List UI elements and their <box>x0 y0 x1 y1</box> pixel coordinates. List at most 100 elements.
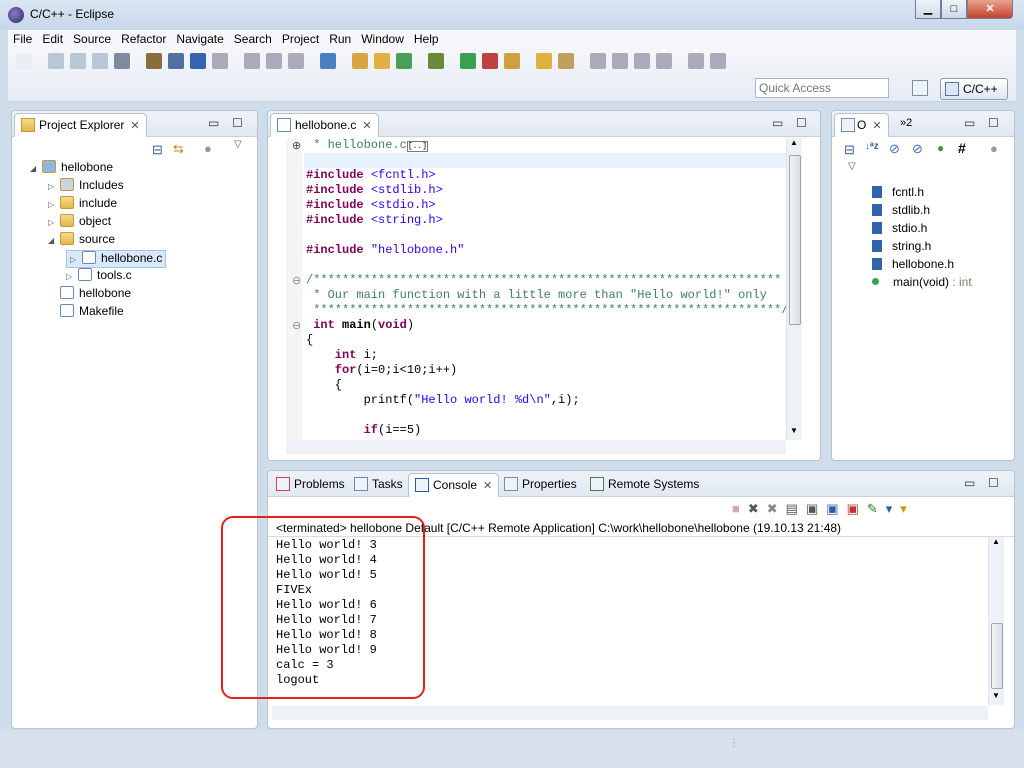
hide-static-icon[interactable]: ⊘ <box>912 141 923 157</box>
print-icon[interactable] <box>92 53 108 69</box>
hide-fields-icon[interactable]: ⊘ <box>889 141 900 157</box>
tree-item[interactable]: ▷ object <box>48 214 111 232</box>
collapsed-arrow-icon[interactable]: ▷ <box>48 182 60 191</box>
hide-non-public-icon[interactable]: ● <box>937 141 944 155</box>
minimize-view-icon[interactable]: ▭ <box>208 116 219 130</box>
clear-console-icon[interactable]: ▤ <box>786 501 806 516</box>
back-icon[interactable] <box>656 53 672 69</box>
tab-project-explorer[interactable]: Project Explorer ✕ <box>14 113 147 137</box>
menu-window[interactable]: Window <box>356 30 409 48</box>
show-on-stderr-icon[interactable]: ▣ <box>847 501 867 516</box>
external-tools-icon[interactable] <box>482 53 498 69</box>
save-icon[interactable] <box>48 53 64 69</box>
menu-navigate[interactable]: Navigate <box>171 30 228 48</box>
maximize-view-icon[interactable]: ☐ <box>796 116 807 130</box>
quick-access-input[interactable] <box>755 78 889 98</box>
menu-edit[interactable]: Edit <box>37 30 68 48</box>
build-all-icon[interactable] <box>114 53 130 69</box>
collapse-all-icon[interactable]: ⊟ <box>152 142 163 158</box>
editor-horizontal-scrollbar[interactable] <box>286 440 786 454</box>
close-tab-icon[interactable]: ✕ <box>130 120 139 132</box>
perspective-cpp-button[interactable]: C/C++ <box>940 78 1008 100</box>
menu-search[interactable]: Search <box>229 30 277 48</box>
outline-item[interactable]: fcntl.h <box>872 185 924 203</box>
filter-icon[interactable]: ● <box>990 141 998 156</box>
view-menu-icon[interactable]: ▽ <box>848 161 856 172</box>
last-edit-icon[interactable] <box>634 53 650 69</box>
new-class-icon[interactable] <box>374 53 390 69</box>
menu-refactor[interactable]: Refactor <box>116 30 171 48</box>
expand-fold-icon[interactable]: ⊕ <box>292 139 301 152</box>
console-vertical-scrollbar[interactable]: ▲ ▼ <box>988 537 1004 705</box>
scroll-lock-icon[interactable]: ▣ <box>806 501 826 516</box>
outline-item[interactable]: main(void) : int <box>872 275 972 293</box>
minimize-view-icon[interactable]: ▭ <box>964 116 975 130</box>
terminate-icon[interactable]: ■ <box>732 501 748 516</box>
console-horizontal-scrollbar[interactable] <box>272 706 988 720</box>
more-views-button[interactable]: »2 <box>900 117 912 129</box>
tree-item[interactable]: ▷ hellobone.c <box>66 250 167 268</box>
tree-item[interactable]: ◢ hellobone <box>30 160 113 178</box>
maximize-button[interactable]: □ <box>941 0 967 19</box>
remove-launch-icon[interactable]: ✖ <box>748 501 767 516</box>
save-all-icon[interactable] <box>70 53 86 69</box>
tab-console[interactable]: Console ✕ <box>408 473 500 497</box>
close-tab-icon[interactable]: ✕ <box>872 120 881 132</box>
build-icon[interactable] <box>146 53 162 69</box>
scroll-up-icon[interactable]: ▲ <box>790 138 798 147</box>
open-console-icon[interactable]: ▾ <box>900 501 915 516</box>
close-tab-icon[interactable]: ✕ <box>483 480 492 492</box>
outline-item[interactable]: stdlib.h <box>872 203 930 221</box>
outline-item[interactable]: hellobone.h <box>872 257 954 275</box>
scroll-down-icon[interactable]: ▼ <box>790 426 798 435</box>
hide-macros-icon[interactable]: # <box>958 140 966 156</box>
open-perspective-icon[interactable] <box>912 80 928 96</box>
outline-item[interactable]: string.h <box>872 239 931 257</box>
tree-item[interactable]: hellobone <box>48 286 131 304</box>
minimize-button[interactable]: ▁ <box>915 0 941 19</box>
forward-icon[interactable] <box>688 53 704 69</box>
menu-source[interactable]: Source <box>68 30 116 48</box>
scroll-down-icon[interactable]: ▼ <box>992 691 1000 700</box>
collapse-all-icon[interactable]: ⊟ <box>844 142 855 158</box>
tab-remote-systems[interactable]: Remote Systems <box>584 473 705 497</box>
editor-vertical-scrollbar[interactable]: ▲ ▼ <box>786 138 802 440</box>
menu-help[interactable]: Help <box>409 30 444 48</box>
open-element-icon[interactable] <box>536 53 552 69</box>
new-folder-icon[interactable] <box>352 53 368 69</box>
pin-console-icon[interactable]: ✎ <box>867 501 886 516</box>
collapse-fold-icon[interactable]: ⊖ <box>292 274 301 287</box>
scrollbar-thumb[interactable] <box>991 623 1003 689</box>
display-console-icon[interactable]: ▾ <box>886 501 901 516</box>
run-icon[interactable] <box>460 53 476 69</box>
toggle-mark-icon[interactable] <box>266 53 282 69</box>
tab-tasks[interactable]: Tasks <box>348 473 409 497</box>
scroll-up-icon[interactable]: ▲ <box>992 537 1000 546</box>
tab-problems[interactable]: Problems <box>270 473 351 497</box>
tree-item[interactable]: Makefile <box>48 304 124 322</box>
collapsed-arrow-icon[interactable]: ▷ <box>48 218 60 227</box>
tab-properties[interactable]: Properties <box>498 473 583 497</box>
maximize-view-icon[interactable]: ☐ <box>988 116 999 130</box>
new-c-project-icon[interactable] <box>320 53 336 69</box>
close-button[interactable]: ✕ <box>967 0 1013 19</box>
menu-file[interactable]: File <box>8 30 37 48</box>
minimize-view-icon[interactable]: ▭ <box>964 476 975 490</box>
previous-annotation-icon[interactable] <box>612 53 628 69</box>
maximize-view-icon[interactable]: ☐ <box>232 116 243 130</box>
new-file-icon[interactable] <box>396 53 412 69</box>
sort-icon[interactable]: ↓ᵃz <box>865 141 879 152</box>
tab-outline[interactable]: O ✕ <box>834 113 889 137</box>
debug-icon[interactable] <box>428 53 444 69</box>
collapse-fold-icon[interactable]: ⊖ <box>292 319 301 332</box>
pin-editor-icon[interactable] <box>710 53 726 69</box>
debug-tools-icon[interactable] <box>190 53 206 69</box>
tab-hellobone-c[interactable]: hellobone.c ✕ <box>270 113 379 137</box>
remove-all-terminated-icon[interactable]: ✖ <box>767 501 786 516</box>
show-on-stdout-icon[interactable]: ▣ <box>826 501 846 516</box>
collapsed-arrow-icon[interactable]: ▷ <box>70 255 82 264</box>
link-with-editor-icon[interactable]: ⇆ <box>173 141 184 157</box>
minimize-view-icon[interactable]: ▭ <box>772 116 783 130</box>
new-icon[interactable] <box>16 53 32 69</box>
edit-icon[interactable] <box>212 53 228 69</box>
